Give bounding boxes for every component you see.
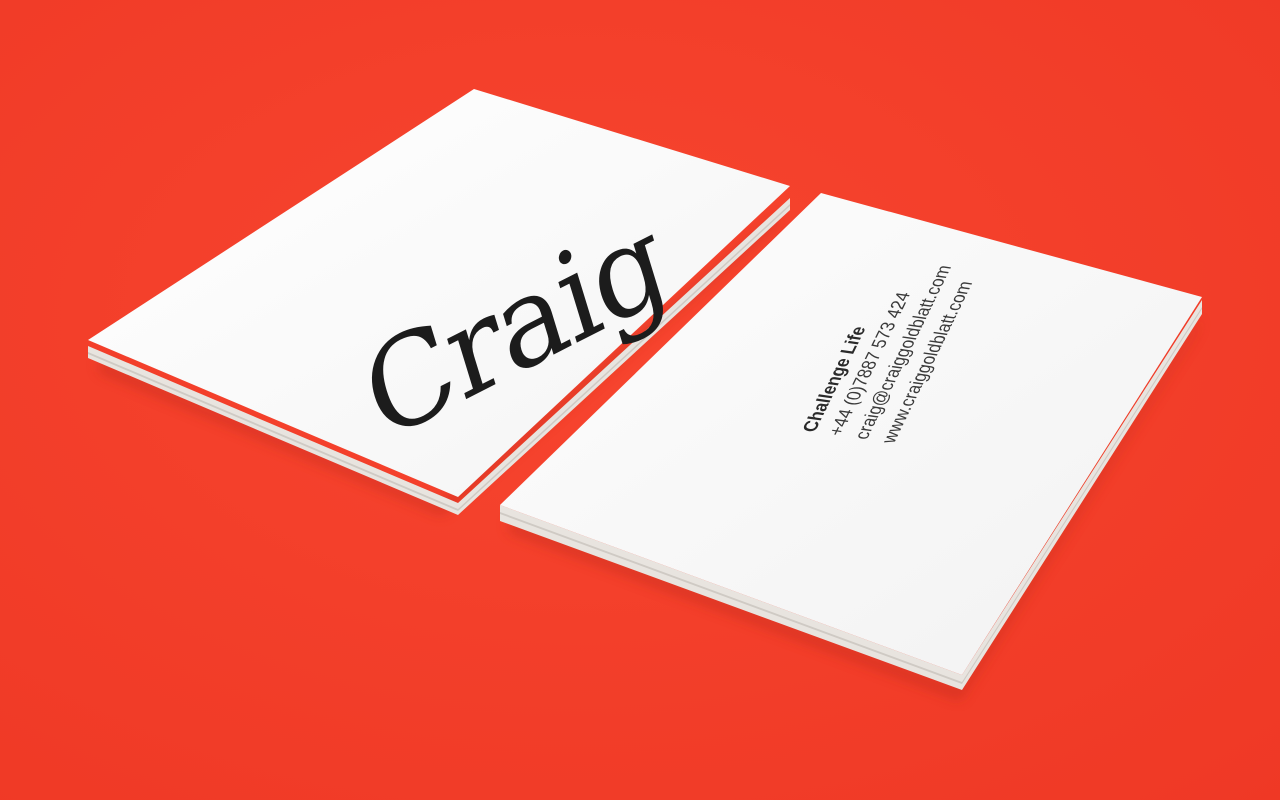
- red-surface-background: [0, 0, 1280, 800]
- photo-scene: Craig Challenge Life +44 (0)7887 573 424…: [0, 0, 1280, 800]
